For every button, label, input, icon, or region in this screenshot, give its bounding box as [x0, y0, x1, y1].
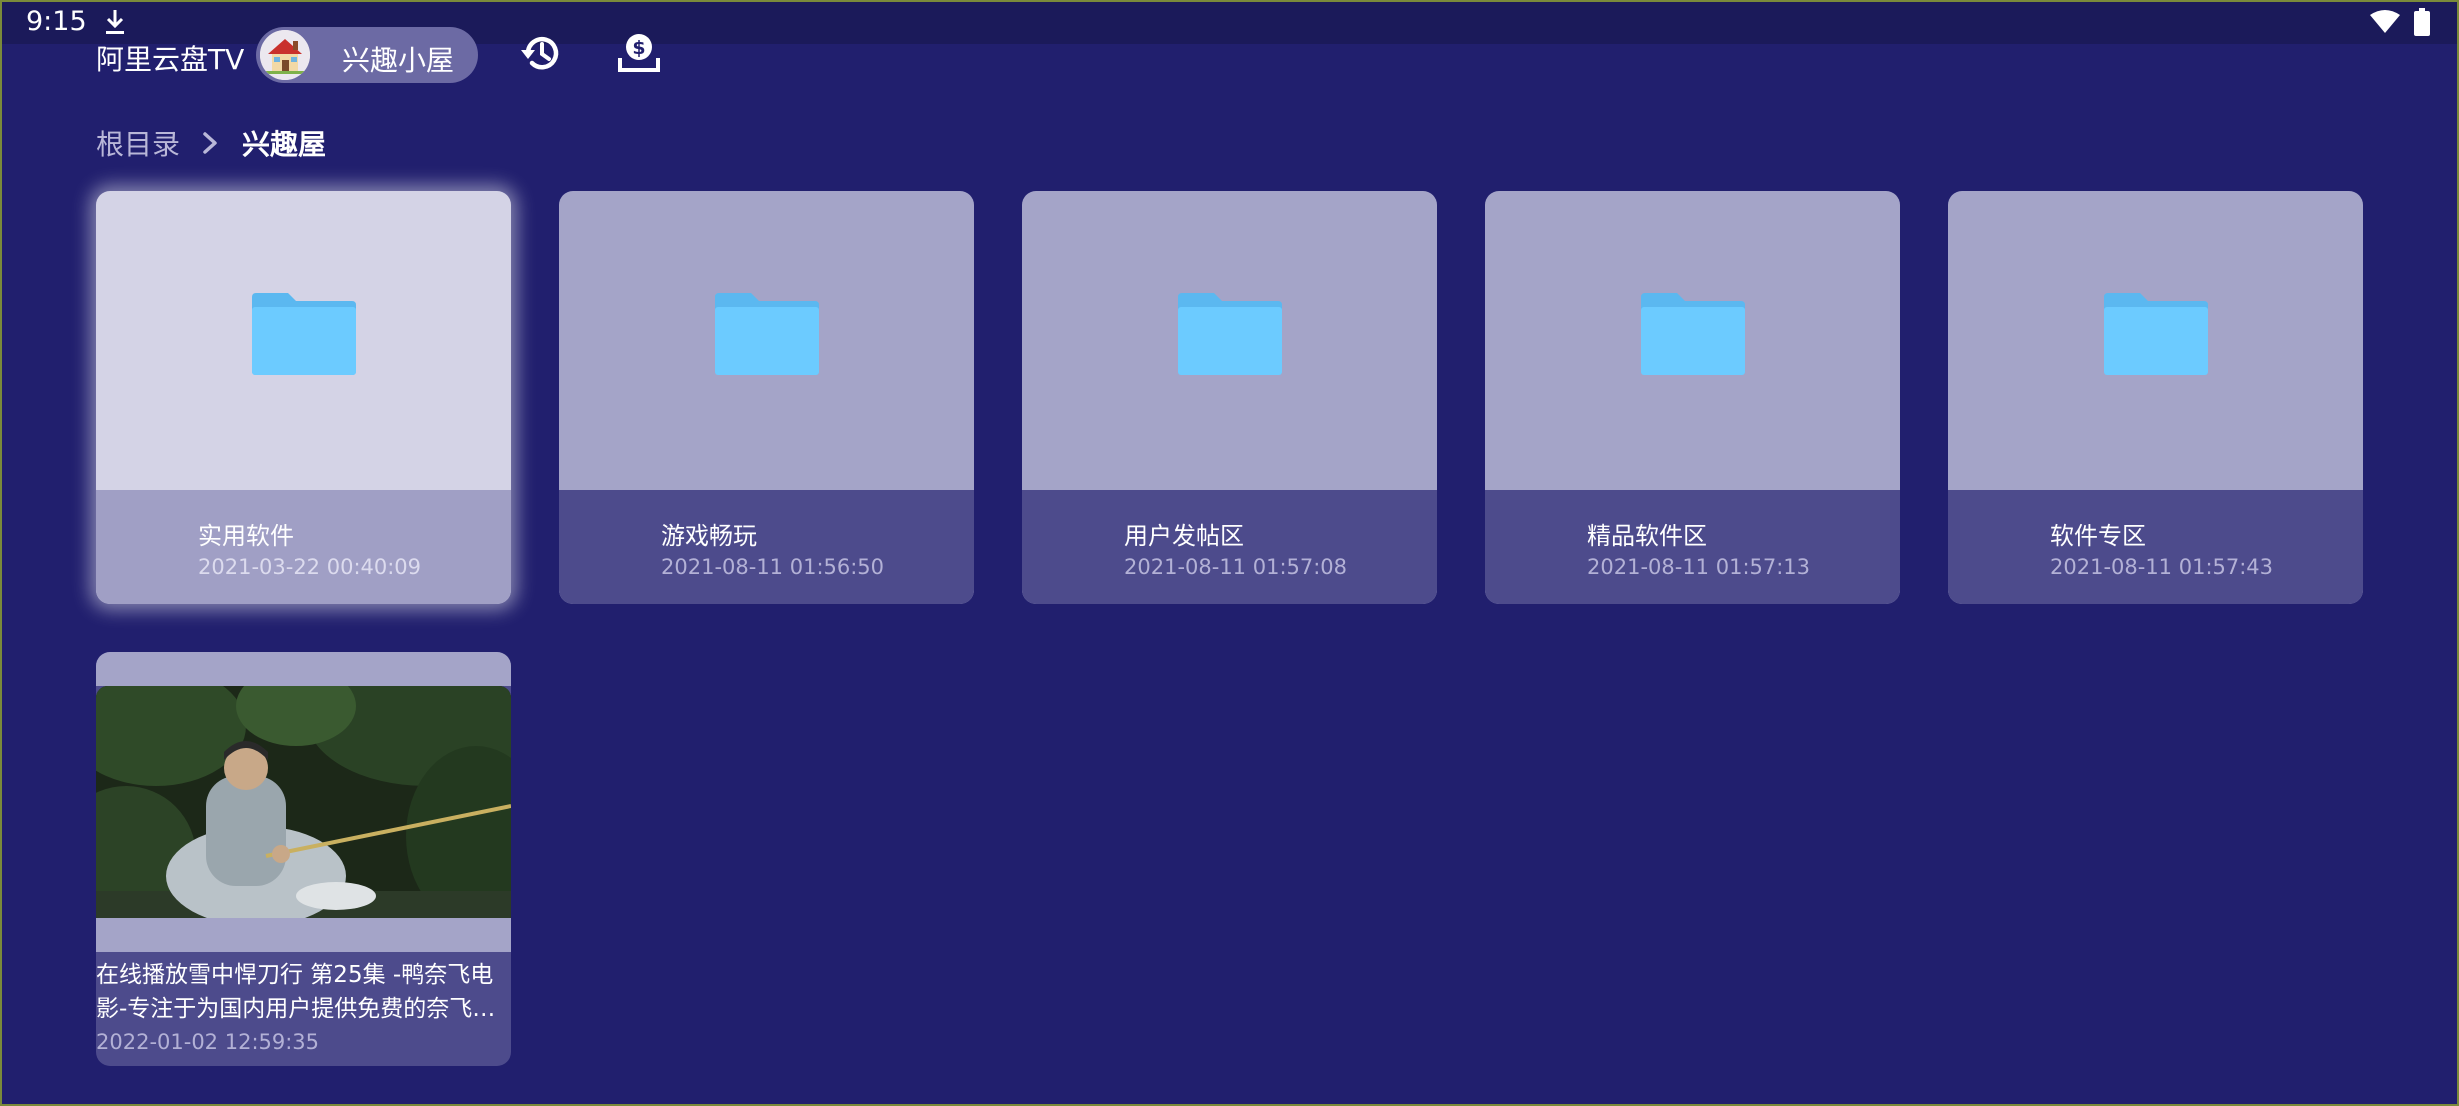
folder-name: 用户发帖区: [1124, 522, 1244, 550]
folder-card[interactable]: 游戏畅玩 2021-08-11 01:56:50: [559, 191, 974, 604]
folder-thumbnail: [1948, 191, 2363, 490]
folder-thumbnail: [96, 191, 511, 490]
chevron-right-icon: [203, 132, 217, 154]
folder-icon: [1178, 293, 1282, 375]
folder-card[interactable]: 精品软件区 2021-08-11 01:57:13: [1485, 191, 1900, 604]
video-card[interactable]: 在线播放雪中悍刀行 第25集 -鸭奈飞电影-专注于为国内用户提供免费的奈飞… 2…: [96, 652, 511, 1066]
wifi-icon: [2370, 10, 2400, 33]
video-thumbnail-image: [96, 686, 511, 918]
folder-icon: [715, 293, 819, 375]
folder-card[interactable]: 软件专区 2021-08-11 01:57:43: [1948, 191, 2363, 604]
breadcrumb: 根目录 兴趣屋: [96, 124, 326, 162]
app-title: 阿里云盘TV: [96, 43, 245, 76]
folder-name: 软件专区: [2050, 522, 2146, 550]
folder-card[interactable]: 用户发帖区 2021-08-11 01:57:08: [1022, 191, 1437, 604]
folder-thumbnail: [1485, 191, 1900, 490]
folder-info: 游戏畅玩 2021-08-11 01:56:50: [559, 490, 974, 604]
user-name: 兴趣小屋: [342, 44, 455, 77]
svg-text:$: $: [632, 37, 645, 59]
user-switcher-button[interactable]: 兴趣小屋: [256, 27, 478, 83]
folder-info: 实用软件 2021-03-22 00:40:09: [96, 490, 511, 604]
folder-thumbnail: [559, 191, 974, 490]
video-card-top: [96, 652, 511, 686]
video-card-gap: [96, 918, 511, 952]
folder-info: 软件专区 2021-08-11 01:57:43: [1948, 490, 2363, 604]
video-title: 在线播放雪中悍刀行 第25集 -鸭奈飞电影-专注于为国内用户提供免费的奈飞…: [96, 962, 496, 1022]
folder-name: 精品软件区: [1587, 522, 1707, 550]
battery-icon: [2414, 8, 2430, 36]
breadcrumb-root[interactable]: 根目录: [96, 123, 180, 163]
breadcrumb-current: 兴趣屋: [242, 128, 327, 161]
folder-card[interactable]: 实用软件 2021-03-22 00:40:09: [96, 191, 511, 604]
folder-icon: [2104, 293, 2208, 375]
folder-info: 精品软件区 2021-08-11 01:57:13: [1485, 490, 1900, 604]
folder-info: 用户发帖区 2021-08-11 01:57:08: [1022, 490, 1437, 604]
folder-date: 2021-03-22 00:40:09: [198, 555, 422, 579]
folder-icon: [252, 293, 356, 375]
folder-name: 实用软件: [198, 522, 294, 550]
status-time: 9:15: [26, 6, 87, 37]
house-icon: [260, 30, 310, 80]
history-icon[interactable]: [518, 30, 564, 76]
folder-name: 游戏畅玩: [661, 522, 757, 550]
folder-thumbnail: [1022, 191, 1437, 490]
folder-date: 2021-08-11 01:57:43: [2050, 555, 2274, 579]
folder-date: 2021-08-11 01:56:50: [661, 555, 885, 579]
folder-date: 2021-08-11 01:57:13: [1587, 555, 1811, 579]
folder-date: 2021-08-11 01:57:08: [1124, 555, 1348, 579]
video-thumbnail: [96, 686, 511, 918]
folder-icon: [1641, 293, 1745, 375]
download-icon: [106, 10, 124, 34]
video-date: 2022-01-02 12:59:35: [96, 1030, 320, 1054]
coin-download-icon[interactable]: $: [616, 30, 662, 76]
avatar: [260, 30, 310, 80]
